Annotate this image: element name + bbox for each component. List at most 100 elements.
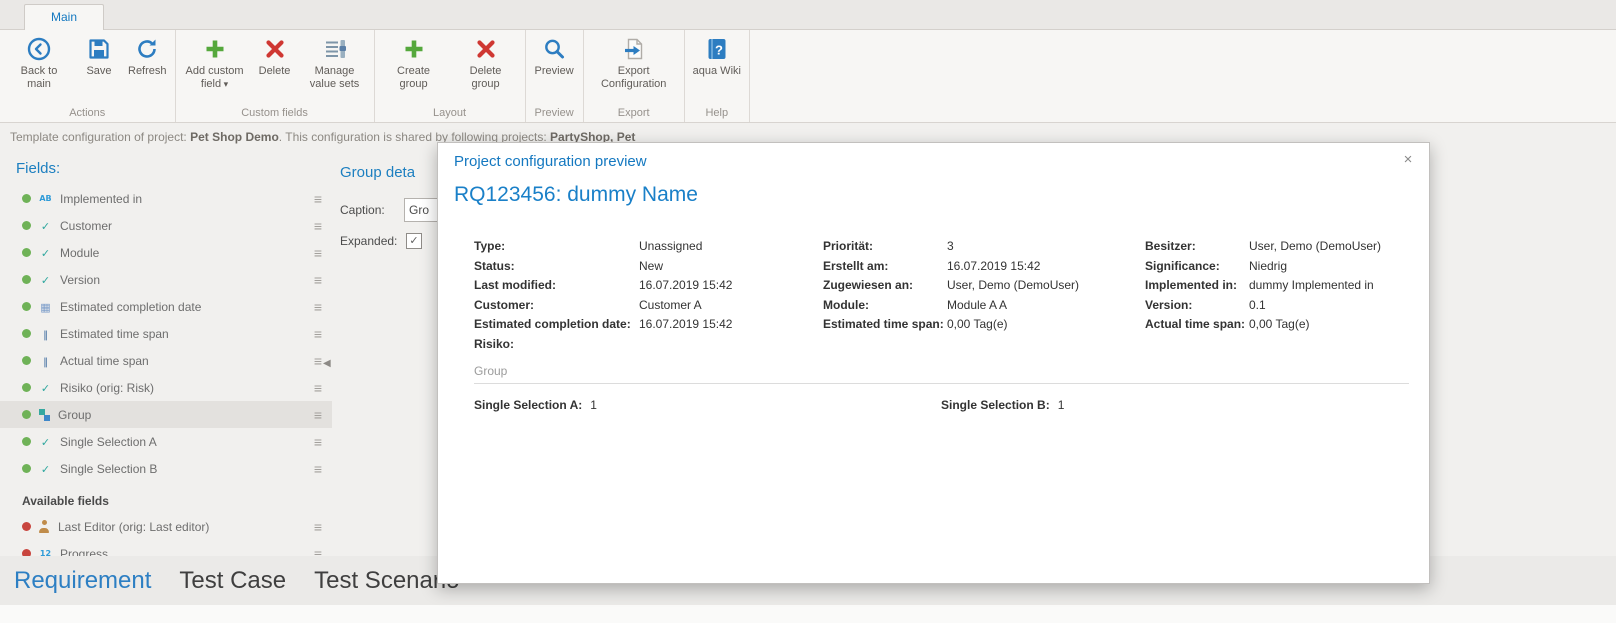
drag-handle-icon[interactable] [314,435,322,449]
ribbon-group-label: Export [617,107,650,119]
field-status-icon [22,410,31,419]
field-row[interactable]: Single Selection B [0,455,332,482]
field-row[interactable]: Actual time span [0,347,332,374]
field-name: Type: [474,239,506,253]
tab-main[interactable]: Main [24,4,105,30]
ribbon-group-preview: Preview Preview [526,30,584,122]
ribbon-group-label: Custom fields [241,107,308,119]
field-value: 16.07.2019 15:42 [947,258,1041,273]
field-value: 3 [947,239,954,253]
field-status-icon [22,329,31,338]
expanded-checkbox[interactable] [406,233,422,249]
project-name: Pet Shop Demo [190,129,279,144]
ribbon-group-label: Layout [433,107,467,119]
create-group-button[interactable]: Create group [378,32,450,105]
back-to-main-button[interactable]: Back to main [3,32,75,105]
manage-value-sets-button[interactable]: Manage value sets [299,32,371,105]
field-status-icon [22,221,31,230]
check-icon [38,246,53,260]
drag-handle-icon[interactable] [314,408,322,422]
field-label: Single Selection B [60,461,158,476]
field-label: Actual time span [60,353,149,368]
field-name: Last modified: [474,278,557,292]
field-value: 0,00 Tag(e) [1249,317,1310,331]
field-value: User, Demo (DemoUser) [1249,239,1382,253]
drag-handle-icon[interactable] [314,520,322,534]
field-value: 1 [590,398,597,412]
field-name: Besitzer: [1145,239,1196,253]
export-configuration-button[interactable]: Export Configuration [587,32,681,105]
delete-group-button[interactable]: Delete group [450,32,522,105]
field-grid-row: Risiko: [474,335,1409,355]
info-text: Template configuration of project: [10,129,191,144]
field-pair: Single Selection B: 1 [941,398,1409,412]
refresh-button[interactable]: Refresh [123,32,172,105]
field-row[interactable]: Version [0,266,332,293]
drag-handle-icon[interactable] [314,192,322,206]
fields-panel: Fields: AB Implemented in Customer Modul… [0,150,332,556]
delete-field-button[interactable]: Delete [251,32,299,105]
button-label: Create group [397,65,431,90]
tab-requirement[interactable]: Requirement [14,567,151,595]
preview-button[interactable]: Preview [530,32,579,105]
export-icon [621,36,647,62]
field-label: Risiko (orig: Risk) [60,380,155,395]
aqua-wiki-button[interactable]: ? aqua Wiki [688,32,746,105]
field-value: 16.07.2019 15:42 [639,317,733,331]
field-row[interactable]: Last Editor (orig: Last editor) [0,513,332,540]
drag-handle-icon[interactable] [314,273,322,287]
field-row[interactable]: Estimated time span [0,320,332,347]
field-row[interactable]: Single Selection A [0,428,332,455]
dropdown-caret-icon: ▾ [221,78,229,89]
field-row[interactable]: Module [0,239,332,266]
requirement-fields-grid: Type: Unassigned Priorität: 3 Besitzer: Use… [474,237,1409,354]
field-label: Customer [60,218,113,233]
field-label: Module [60,245,100,260]
drag-handle-icon[interactable] [314,354,322,368]
drag-handle-icon[interactable] [314,219,322,233]
field-row[interactable]: Risiko (orig: Risk) [0,374,332,401]
save-button[interactable]: Save [75,32,123,105]
group-section-fields: Single Selection A: 1 Single Selection B:… [474,398,1409,412]
field-name: Significance: [1145,258,1220,273]
field-status-icon [22,275,31,284]
add-custom-field-button[interactable]: Add custom field ▾ [179,32,251,105]
button-label: Export Configuration [600,65,667,90]
magnifier-icon [541,36,567,62]
field-value: Niedrig [1249,258,1288,273]
button-label: aqua Wiki [692,65,741,77]
button-label: Delete group [469,65,502,90]
ribbon-group-label: Actions [69,107,106,119]
tab-test-case[interactable]: Test Case [179,567,286,595]
field-name: Single Selection B: [941,398,1050,412]
drag-handle-icon[interactable] [314,547,322,557]
plus-icon [202,36,228,62]
drag-handle-icon[interactable] [314,300,322,314]
wiki-icon: ? [704,36,730,62]
drag-handle-icon[interactable] [314,462,322,476]
close-icon[interactable]: × [1399,151,1417,168]
field-value: New [639,258,664,273]
x-icon [262,36,288,62]
field-status-icon [22,194,31,203]
field-label: Estimated time span [60,326,169,341]
ribbon-group-actions: Back to main Save Refresh Actions [0,30,176,122]
drag-handle-icon[interactable] [314,327,322,341]
button-label: Preview [534,65,574,77]
number-icon: 12 [39,549,52,556]
field-name: Status: [474,258,515,273]
field-row-selected[interactable]: Group [0,401,332,428]
field-grid-row: Type: Unassigned Priorität: 3 Besitzer: Use… [474,237,1409,257]
drag-handle-icon[interactable] [314,381,322,395]
field-status-icon [22,549,31,556]
drag-handle-icon[interactable] [314,246,322,260]
field-name: Module: [823,297,869,312]
field-name: Customer: [474,297,535,312]
field-row[interactable]: 12 Progress [0,540,332,556]
field-row[interactable]: Estimated completion date [0,293,332,320]
field-row[interactable]: AB Implemented in [0,185,332,212]
field-grid-row: Status: New Erstellt am: 16.07.2019 15:42 … [474,257,1409,277]
collapse-panel-arrow-icon[interactable]: ◀ [323,358,331,369]
check-icon [38,219,53,233]
field-row[interactable]: Customer [0,212,332,239]
